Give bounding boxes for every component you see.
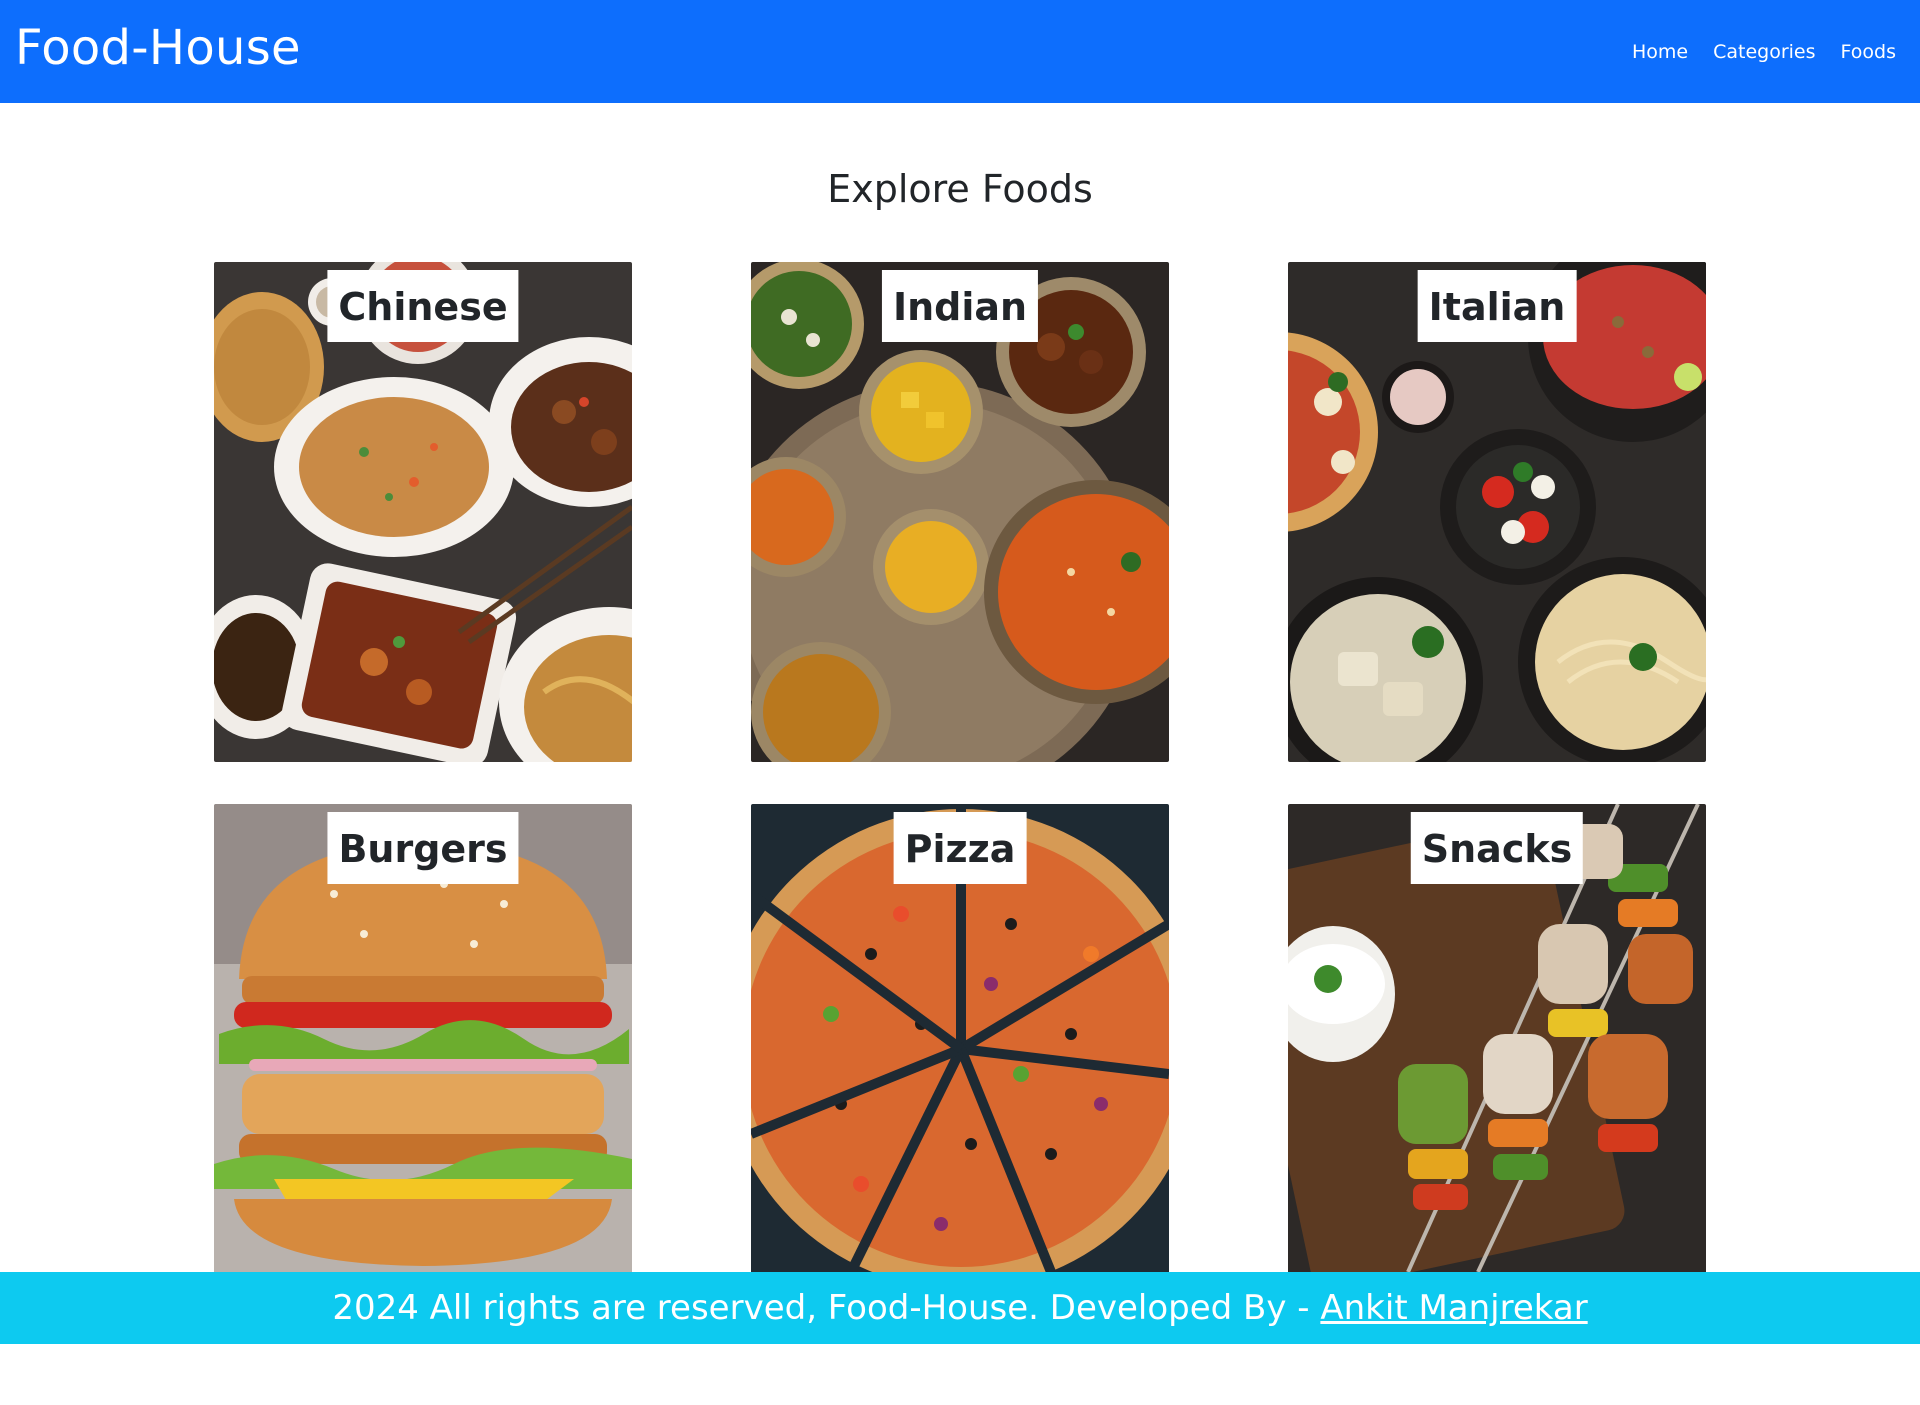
category-card-burgers[interactable]: Burgers [214, 804, 632, 1304]
footer-text: 2024 All rights are reserved, Food-House… [332, 1288, 1321, 1328]
nav-link-home[interactable]: Home [1632, 38, 1688, 66]
navbar: Food-House Home Categories Foods [0, 0, 1920, 103]
category-card-snacks[interactable]: Snacks [1288, 804, 1706, 1304]
category-label-pizza: Pizza [893, 812, 1027, 884]
category-label-chinese: Chinese [327, 270, 519, 342]
footer: 2024 All rights are reserved, Food-House… [0, 1272, 1920, 1344]
nav-links: Home Categories Foods [1632, 38, 1896, 66]
category-label-burgers: Burgers [327, 812, 519, 884]
nav-link-categories[interactable]: Categories [1713, 38, 1815, 66]
author-link[interactable]: Ankit Manjrekar [1320, 1288, 1587, 1328]
category-label-italian: Italian [1417, 270, 1577, 342]
category-card-italian[interactable]: Italian [1288, 262, 1706, 762]
brand-logo-link[interactable]: Food-House [15, 18, 301, 78]
category-label-indian: Indian [881, 270, 1039, 342]
page-title: Explore Foods [827, 167, 1093, 211]
nav-link-foods[interactable]: Foods [1841, 38, 1896, 66]
category-card-indian[interactable]: Indian [751, 262, 1169, 762]
category-card-pizza[interactable]: Pizza [751, 804, 1169, 1304]
category-label-snacks: Snacks [1410, 812, 1584, 884]
category-card-chinese[interactable]: Chinese [214, 262, 632, 762]
